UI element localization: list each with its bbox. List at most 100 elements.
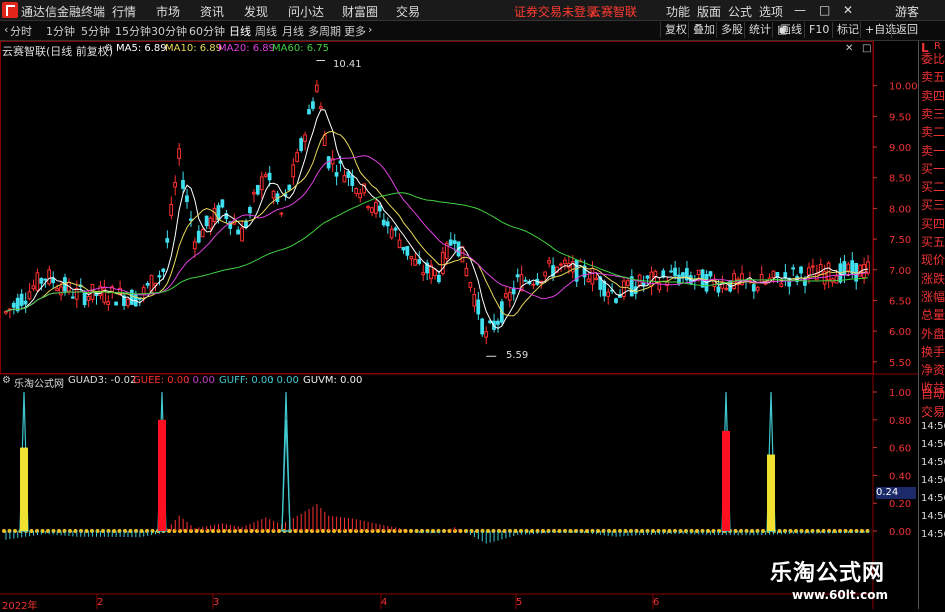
quote-field-13: 涨幅: [921, 289, 945, 304]
baseline-dot: [579, 529, 584, 533]
baseline-dot: [376, 529, 380, 533]
x-tick-feb: 2: [97, 597, 104, 608]
candle-body: [192, 241, 197, 250]
tab-zhouxian[interactable]: 周线: [255, 23, 277, 39]
menu-item-zixun[interactable]: 资讯: [200, 3, 224, 20]
tab-rixian[interactable]: 日线: [229, 23, 251, 39]
panel-close-icon[interactable]: ✕: [845, 43, 853, 54]
biaoji-button[interactable]: 标记: [832, 22, 863, 38]
candle-body: [287, 184, 292, 191]
tab-1min[interactable]: 1分钟: [46, 23, 75, 39]
candle-body: [35, 272, 40, 291]
tab-gengduo[interactable]: 更多: [344, 23, 366, 39]
candle-body: [834, 275, 839, 284]
guad3-label: GUAD3: -0.02: [68, 375, 137, 386]
guvm-label: GUVM: 0.00: [303, 375, 363, 386]
candle-body: [204, 215, 209, 227]
tab-yuexian[interactable]: 月线: [282, 23, 304, 39]
menu-item-shichang[interactable]: 市场: [156, 3, 180, 20]
indicator-gear-icon[interactable]: ⚙: [2, 375, 11, 386]
menu-item-faxian[interactable]: 发现: [244, 3, 268, 20]
high-marker: [316, 60, 325, 62]
app-logo-icon: [2, 2, 18, 18]
candle-body: [47, 269, 52, 285]
candle-body: [181, 180, 185, 189]
settings-gear-icon[interactable]: ⚙: [104, 43, 113, 54]
tab-30min[interactable]: 30分钟: [151, 23, 187, 39]
candle-body: [55, 288, 59, 292]
diejia-button[interactable]: 叠加: [688, 22, 719, 38]
menu-item-hangqing[interactable]: 行情: [112, 3, 136, 20]
ind-tick-label: 0.60: [889, 444, 911, 455]
user-label[interactable]: 游客: [895, 3, 919, 20]
quote-field-11: 现价: [921, 253, 945, 268]
more-chevron-icon[interactable]: ›: [368, 23, 372, 36]
candle-body: [43, 278, 48, 281]
candle-body: [531, 283, 536, 286]
menu-item-gongshi[interactable]: 公式: [728, 3, 752, 20]
login-status[interactable]: 证券交易未登录: [514, 3, 598, 20]
baseline-dot: [29, 529, 34, 533]
candle-body: [503, 293, 508, 298]
candle-body: [842, 261, 847, 276]
indicator-series: [2, 391, 870, 544]
tab-5min[interactable]: 5分钟: [81, 23, 110, 39]
quote-field-12: 涨跌: [921, 271, 945, 286]
maximize-icon[interactable]: □: [819, 3, 830, 17]
quote-field-8: 买三: [921, 198, 945, 213]
baseline-dot: [145, 529, 149, 533]
candle-body: [397, 239, 402, 249]
baseline-dot: [403, 529, 408, 533]
baseline-dot: [777, 529, 782, 533]
candle-body: [366, 205, 370, 209]
stock-title: 云赛智联(日线 前复权): [2, 45, 114, 58]
panel-expand-icon[interactable]: □: [862, 43, 871, 54]
menu-item-wenxiaoda[interactable]: 问小达: [288, 3, 324, 20]
candle-body: [59, 286, 63, 296]
price-tick-label: 9.00: [889, 143, 911, 154]
nav-arrow-icon[interactable]: ‹: [4, 23, 8, 36]
menu-item-jiaoyi[interactable]: 交易: [396, 3, 420, 20]
kline-chart[interactable]: 10.00 9.50 9.00 8.50 8.00 7.50 7.00 6.50 6.00 5.5…: [0, 41, 918, 609]
candle-body: [783, 272, 788, 279]
close-icon[interactable]: ✕: [843, 3, 853, 17]
baseline-dot: [409, 529, 413, 533]
f10-button[interactable]: F10: [804, 22, 833, 38]
tongji-button[interactable]: 统计: [744, 22, 775, 38]
price-tick-label: 5.50: [889, 358, 911, 369]
candle-body: [248, 206, 252, 214]
fuquan-button[interactable]: 复权: [660, 22, 691, 38]
menu-item-gongneng[interactable]: 功能: [666, 3, 690, 20]
candle-body: [543, 271, 548, 277]
spike-fill-yellow: [20, 447, 28, 531]
candle-body: [448, 239, 453, 246]
candle-body: [82, 292, 87, 306]
tab-duozhouqi[interactable]: 多周期: [308, 23, 341, 39]
candle-body: [303, 134, 307, 142]
duogu-button[interactable]: 多股: [716, 22, 747, 38]
tab-15min[interactable]: 15分钟: [115, 23, 151, 39]
candle-body: [716, 286, 721, 293]
candle-body: [240, 227, 244, 242]
tab-fenshi[interactable]: 分时: [10, 23, 32, 39]
tab-60min[interactable]: 60分钟: [189, 23, 225, 39]
candle-body: [208, 217, 213, 229]
baseline-dot: [464, 529, 468, 533]
menu-item-banmian[interactable]: 版面: [697, 3, 721, 20]
baseline-dot: [662, 529, 666, 533]
candle-body: [334, 172, 339, 177]
candle-body: [346, 171, 351, 178]
baseline-dot: [62, 529, 67, 533]
baseline-dot: [491, 529, 496, 533]
huaxian-button[interactable]: 画线: [776, 22, 806, 38]
watermark-url: www.60lt.com: [792, 588, 889, 602]
return-button[interactable]: 返回: [891, 22, 922, 38]
candle-body: [409, 255, 414, 260]
candle-body: [255, 185, 260, 195]
menu-item-caifuquan[interactable]: 财富圈: [342, 3, 378, 20]
quote-field-1: 卖五: [921, 70, 945, 85]
candle-body: [393, 227, 398, 231]
menu-item-xuanxiang[interactable]: 选项: [759, 3, 783, 20]
x-tick-mar: 3: [213, 597, 220, 608]
minimize-icon[interactable]: —: [794, 3, 806, 17]
